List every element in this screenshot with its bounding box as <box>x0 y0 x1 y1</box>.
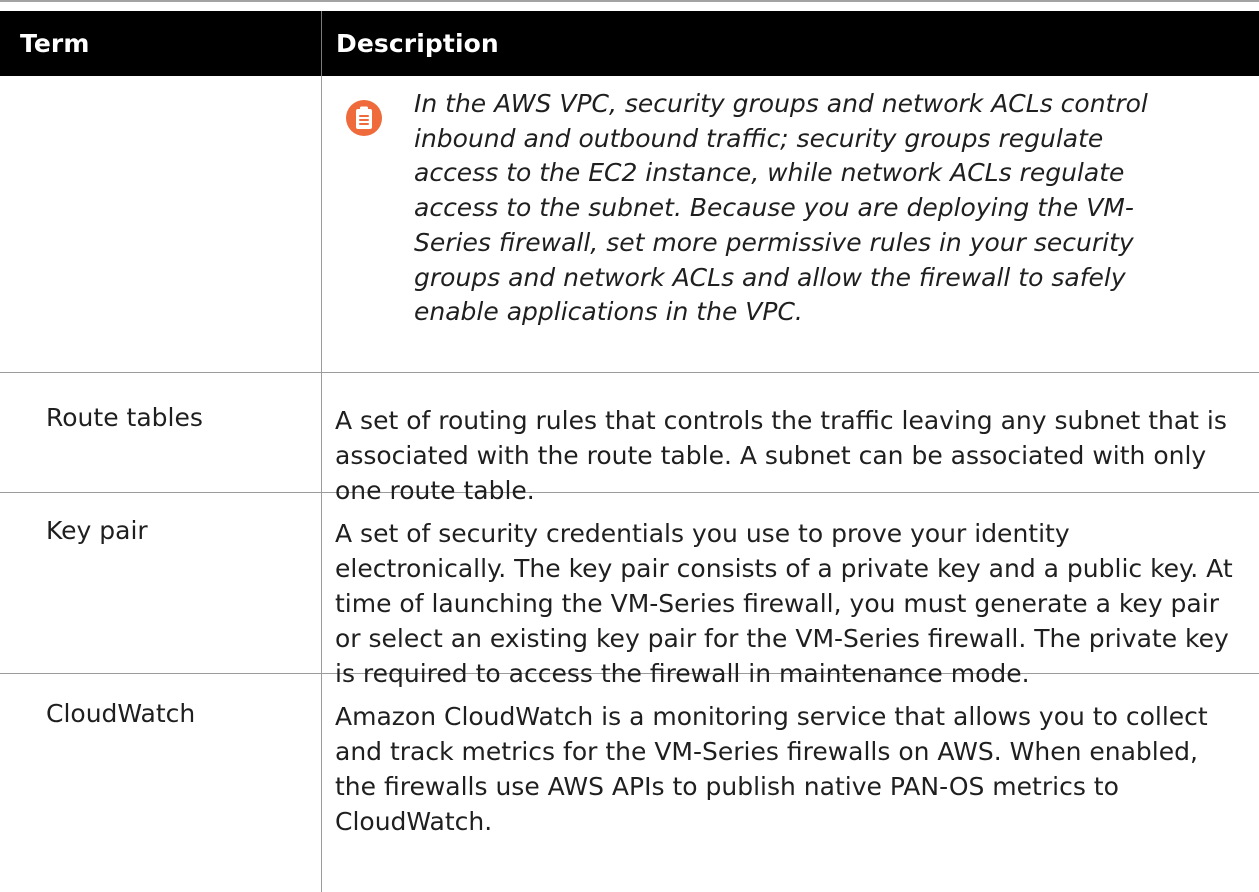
documentation-page: Term Description In the AWS VPC, securit… <box>0 0 1259 892</box>
term-key-pair: Key pair <box>46 516 148 545</box>
term-route-tables: Route tables <box>46 403 203 432</box>
clipboard-note-icon-glyph <box>356 106 372 129</box>
description-key-pair: A set of security credentials you use to… <box>335 519 1233 688</box>
term-column-header: Term <box>20 29 90 58</box>
table-column-divider <box>321 76 322 892</box>
security-groups-note: In the AWS VPC, security groups and netw… <box>414 89 1148 327</box>
description-column-header: Description <box>336 29 499 58</box>
header-column-divider <box>321 11 322 76</box>
table-header-row: Term Description <box>0 11 1259 76</box>
description-route-tables: A set of routing rules that controls the… <box>335 406 1227 505</box>
clipboard-note-icon <box>346 100 382 136</box>
aws-terms-table: Term Description In the AWS VPC, securit… <box>0 0 1259 892</box>
term-cloudwatch: CloudWatch <box>46 699 196 728</box>
row-divider-note <box>0 372 1259 373</box>
description-cloudwatch: Amazon CloudWatch is a monitoring servic… <box>335 702 1208 836</box>
